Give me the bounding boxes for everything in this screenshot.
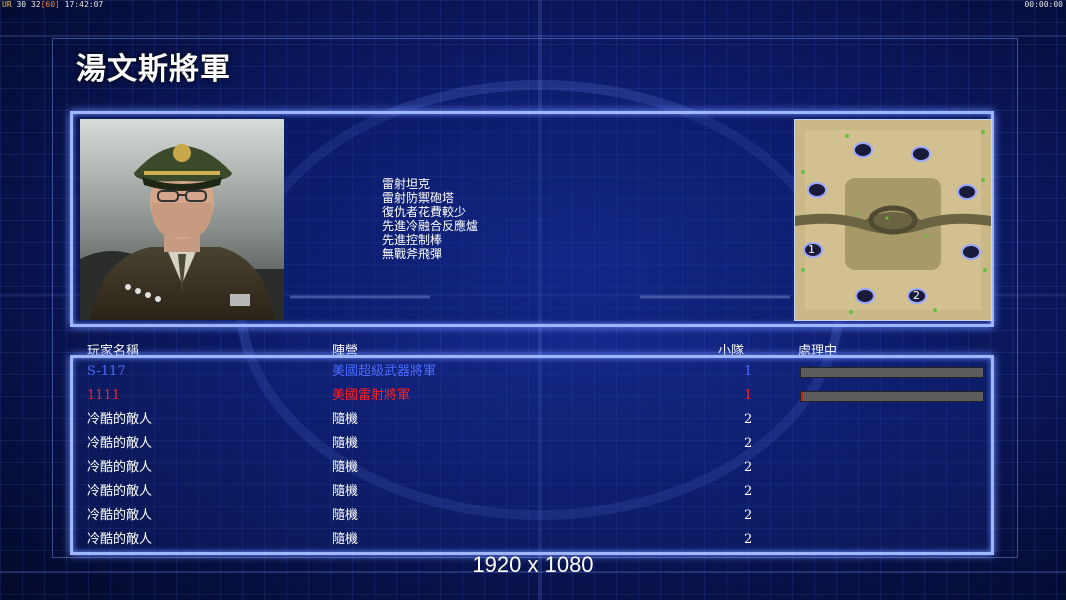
general-unit-list: 雷射坦克 雷射防禦砲塔 復仇者花費較少 先進冷融合反應爐 先進控制棒 無戰斧飛彈 — [382, 177, 478, 261]
player-faction[interactable]: 隨機 — [332, 460, 358, 476]
page-title: 湯文斯將軍 — [76, 52, 231, 87]
table-row: 冷酷的敵人 隨機 2 — [0, 508, 1066, 532]
player-team[interactable]: 1 — [744, 388, 752, 404]
player-faction[interactable]: 隨機 — [332, 484, 358, 500]
fps-extra: 32 — [30, 0, 41, 9]
player-faction[interactable]: 隨機 — [332, 412, 358, 428]
player-team[interactable]: 2 — [744, 532, 752, 548]
unit-list-item: 無戰斧飛彈 — [382, 247, 443, 261]
resolution-label: 1920 x 1080 — [472, 552, 594, 577]
unit-list-item: 雷射坦克 — [382, 177, 431, 191]
fps-value: 30 — [16, 0, 27, 9]
unit-list-item: 先進控制棒 — [382, 233, 443, 247]
table-row: 1111 美國雷射將軍 1 — [0, 388, 1066, 412]
player-team[interactable]: 2 — [744, 484, 752, 500]
player-name[interactable]: 冷酷的敵人 — [87, 412, 152, 428]
player-name[interactable]: S-117 — [87, 364, 126, 380]
clock: 17:42:07 — [64, 0, 104, 9]
player-faction[interactable]: 隨機 — [332, 508, 358, 524]
player-faction[interactable]: 美國雷射將軍 — [332, 388, 410, 404]
player-name[interactable]: 冷酷的敵人 — [87, 532, 152, 548]
player-name[interactable]: 1111 — [87, 388, 120, 404]
fps-label: UR — [2, 0, 12, 9]
table-row: S-117 美國超級武器將軍 1 — [0, 364, 1066, 388]
table-row: 冷酷的敵人 隨機 2 — [0, 412, 1066, 436]
player-team[interactable]: 2 — [744, 460, 752, 476]
table-row: 冷酷的敵人 隨機 2 — [0, 436, 1066, 460]
table-row: 冷酷的敵人 隨機 2 — [0, 484, 1066, 508]
fps-cap: [60] — [40, 0, 60, 9]
loading-progress-bar — [800, 391, 984, 402]
minimap: 1 2 — [794, 119, 992, 321]
player-faction[interactable]: 隨機 — [332, 436, 358, 452]
player-name[interactable]: 冷酷的敵人 — [87, 436, 152, 452]
player-name[interactable]: 冷酷的敵人 — [87, 484, 152, 500]
player-team[interactable]: 2 — [744, 436, 752, 452]
fps-counter: UR 30 32[60] 17:42:07 — [2, 0, 103, 9]
game-timer: 00:00:00 — [1024, 0, 1063, 9]
unit-list-item: 雷射防禦砲塔 — [382, 191, 455, 205]
unit-list-item: 復仇者花費較少 — [382, 205, 467, 219]
player-name[interactable]: 冷酷的敵人 — [87, 460, 152, 476]
player-team[interactable]: 1 — [744, 364, 752, 380]
start-position-1: 1 — [808, 243, 815, 256]
start-position-2: 2 — [913, 289, 920, 302]
loading-progress-bar — [800, 367, 984, 378]
player-team[interactable]: 2 — [744, 412, 752, 428]
player-faction[interactable]: 美國超級武器將軍 — [332, 364, 436, 380]
general-portrait — [80, 119, 284, 320]
player-team[interactable]: 2 — [744, 508, 752, 524]
table-row: 冷酷的敵人 隨機 2 — [0, 460, 1066, 484]
player-faction[interactable]: 隨機 — [332, 532, 358, 548]
unit-list-item: 先進冷融合反應爐 — [382, 219, 479, 233]
player-name[interactable]: 冷酷的敵人 — [87, 508, 152, 524]
loading-progress-fill — [801, 392, 803, 401]
